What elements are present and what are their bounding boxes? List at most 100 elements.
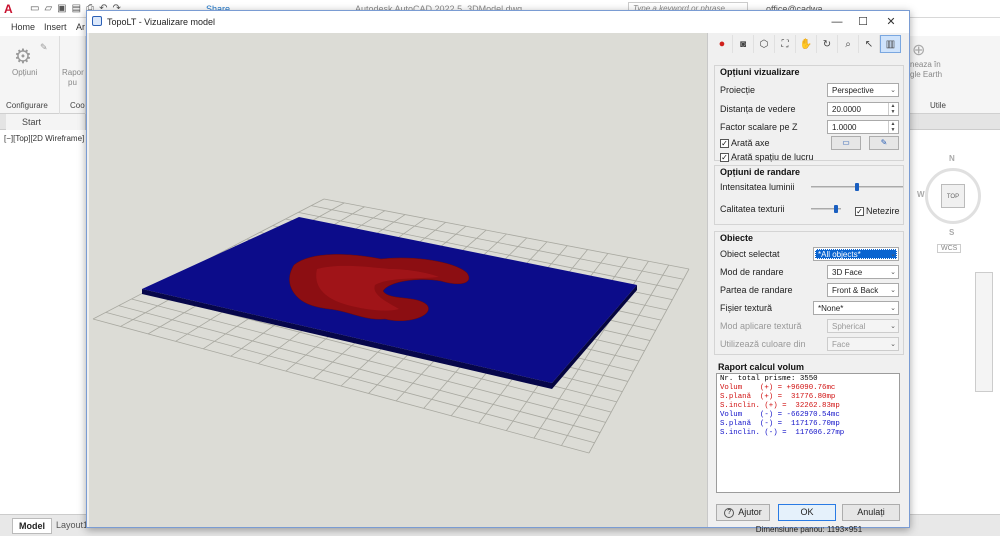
saveas-icon[interactable]: ▤: [72, 3, 81, 14]
autocad-logo[interactable]: A: [4, 2, 13, 16]
tab-model[interactable]: Model: [12, 518, 52, 534]
select-icon[interactable]: ↖: [859, 35, 880, 53]
globe-icon[interactable]: ⊕: [912, 40, 925, 60]
panel-icon[interactable]: ▥: [880, 35, 901, 53]
show-workspace-checkbox[interactable]: ✓ Arată spațiu de lucru: [720, 152, 814, 162]
orbit-icon[interactable]: ↻: [817, 35, 838, 53]
view-distance-label: Distanța de vedere: [720, 104, 796, 114]
color-source-select: Face ⌄: [827, 337, 899, 351]
z-scale-label: Factor scalare pe Z: [720, 122, 798, 132]
render-mode-select[interactable]: 3D Face ⌄: [827, 265, 899, 279]
camera-icon[interactable]: ◙: [733, 35, 754, 53]
smoothing-label: Netezire: [866, 206, 900, 216]
section-title: Opțiuni de randare: [720, 167, 801, 177]
view-distance-value: 20.0000: [832, 105, 861, 114]
ribbon-group-label: Coo: [70, 101, 85, 110]
navigation-bar[interactable]: [975, 272, 993, 392]
viewcube-south[interactable]: S: [949, 228, 954, 237]
fit-icon[interactable]: ⛶: [775, 35, 796, 53]
report-line: Volum (+) = +96090.76mc: [720, 384, 836, 392]
render-mode-label: Mod de randare: [720, 267, 784, 277]
help-button[interactable]: ? Ajutor: [716, 504, 770, 521]
open-icon[interactable]: ▱: [44, 3, 52, 14]
checkbox-checked-icon[interactable]: ✓: [720, 138, 729, 148]
report-line: S.inclin. (+) = 32262.83mp: [720, 402, 840, 410]
texture-apply-select: Spherical ⌄: [827, 319, 899, 333]
new-icon[interactable]: ▭: [30, 3, 39, 14]
report-line: S.inclin. (-) = 117606.27mp: [720, 429, 845, 437]
3d-viewport[interactable]: [89, 33, 707, 527]
light-intensity-thumb[interactable]: [855, 183, 859, 191]
cancel-button[interactable]: Anulați: [842, 504, 900, 521]
show-axes-label: Arată axe: [731, 138, 770, 148]
selected-object-select[interactable]: *All objects* ⌄: [813, 247, 899, 261]
close-button[interactable]: ✕: [879, 14, 903, 30]
projection-select[interactable]: Perspective ⌄: [827, 83, 899, 97]
report-line: Nr. total prisme: 3550: [720, 375, 818, 383]
minimize-button[interactable]: —: [825, 14, 849, 30]
wcs-menu[interactable]: WCS: [937, 244, 962, 253]
terrain-model-view: [92, 198, 690, 454]
report-line: Volum (-) = -662970.54mc: [720, 411, 840, 419]
frame-icon: ▭: [842, 138, 850, 147]
light-intensity-label: Intensitatea luminii: [720, 182, 795, 192]
z-scale-input[interactable]: 1.0000 ▲ ▼: [827, 120, 899, 134]
tab-insert[interactable]: Insert: [44, 22, 67, 32]
viewport-label[interactable]: [−][Top][2D Wireframe]: [4, 134, 84, 143]
ok-button[interactable]: OK: [778, 504, 836, 521]
view-distance-input[interactable]: 20.0000 ▲ ▼: [827, 102, 899, 116]
chevron-down-icon: ⌄: [890, 305, 896, 312]
dialog-titlebar[interactable]: TopoLT - Vizualizare model — ☐ ✕: [87, 11, 909, 33]
texture-quality-thumb[interactable]: [834, 205, 839, 213]
tab-start[interactable]: Start: [6, 114, 86, 130]
checkbox-checked-icon[interactable]: ✓: [720, 152, 729, 162]
chevron-down-icon: ⌄: [890, 287, 896, 294]
texture-file-select[interactable]: *None* ⌄: [813, 301, 899, 315]
report-button-line2: pu: [68, 78, 77, 87]
texture-file-label: Fișier textură: [720, 303, 773, 313]
viewcube-north[interactable]: N: [949, 154, 955, 163]
options-button[interactable]: Opțiuni: [12, 68, 37, 77]
color-picker-button[interactable]: ✎: [869, 136, 899, 150]
projection-label: Proiecție: [720, 85, 756, 95]
ribbon-group-configure: ⚙ Opțiuni ✎ Configurare: [0, 36, 60, 114]
view-options-section: Opțiuni vizualizare Proiecție Perspectiv…: [714, 65, 904, 162]
pan-icon[interactable]: ✋: [796, 35, 817, 53]
save-icon[interactable]: ▣: [57, 3, 66, 14]
help-icon: ?: [724, 507, 735, 518]
section-title: Obiecte: [720, 233, 754, 243]
help-label: Ajutor: [738, 507, 762, 517]
viewcube-west[interactable]: W: [917, 190, 925, 199]
render-side-label: Partea de randare: [720, 285, 793, 295]
smoothing-checkbox[interactable]: ✓ Netezire: [855, 206, 900, 216]
tab-home[interactable]: Home: [11, 22, 35, 32]
selected-object-value: *All objects*: [815, 249, 897, 259]
texture-apply-value: Spherical: [832, 322, 866, 331]
volume-report-text[interactable]: Nr. total prisme: 3550 Volum (+) = +96090…: [716, 373, 900, 493]
chevron-down-icon: ⌄: [890, 341, 896, 348]
cube-icon[interactable]: ⬡: [754, 35, 775, 53]
gear-icon[interactable]: ⚙: [14, 44, 32, 69]
render-side-select[interactable]: Front & Back ⌄: [827, 283, 899, 297]
google-earth-button[interactable]: neaza în: [910, 60, 941, 69]
wrench-icon[interactable]: ✎: [40, 42, 48, 53]
show-axes-checkbox[interactable]: ✓ Arată axe: [720, 138, 770, 148]
checkbox-checked-icon[interactable]: ✓: [855, 206, 864, 216]
workspace-size-button[interactable]: ▭: [831, 136, 861, 150]
viewcube-top[interactable]: TOP: [941, 184, 965, 208]
topolt-dialog: TopoLT - Vizualizare model — ☐ ✕ ● ◙ ⬡ ⛶…: [86, 10, 910, 534]
tab-partial[interactable]: Ar: [76, 22, 85, 32]
spinner-icon[interactable]: ▲ ▼: [888, 121, 897, 133]
chevron-down-icon: ⌄: [890, 269, 896, 276]
texture-quality-label: Calitatea texturii: [720, 204, 785, 214]
zoom-icon[interactable]: ⌕: [838, 35, 859, 53]
viewcube[interactable]: N W TOP S WCS: [915, 150, 995, 253]
panel-dimensions: Dimensiune panou: 1193×951: [755, 525, 863, 534]
chevron-down-icon: ⌄: [890, 251, 896, 258]
record-icon[interactable]: ●: [712, 35, 733, 53]
spinner-icon[interactable]: ▲ ▼: [888, 103, 897, 115]
section-title: Opțiuni vizualizare: [720, 67, 800, 77]
report-button[interactable]: Rapor: [62, 68, 84, 77]
maximize-button[interactable]: ☐: [851, 14, 875, 30]
tab-layout1[interactable]: Layout1: [56, 520, 88, 530]
